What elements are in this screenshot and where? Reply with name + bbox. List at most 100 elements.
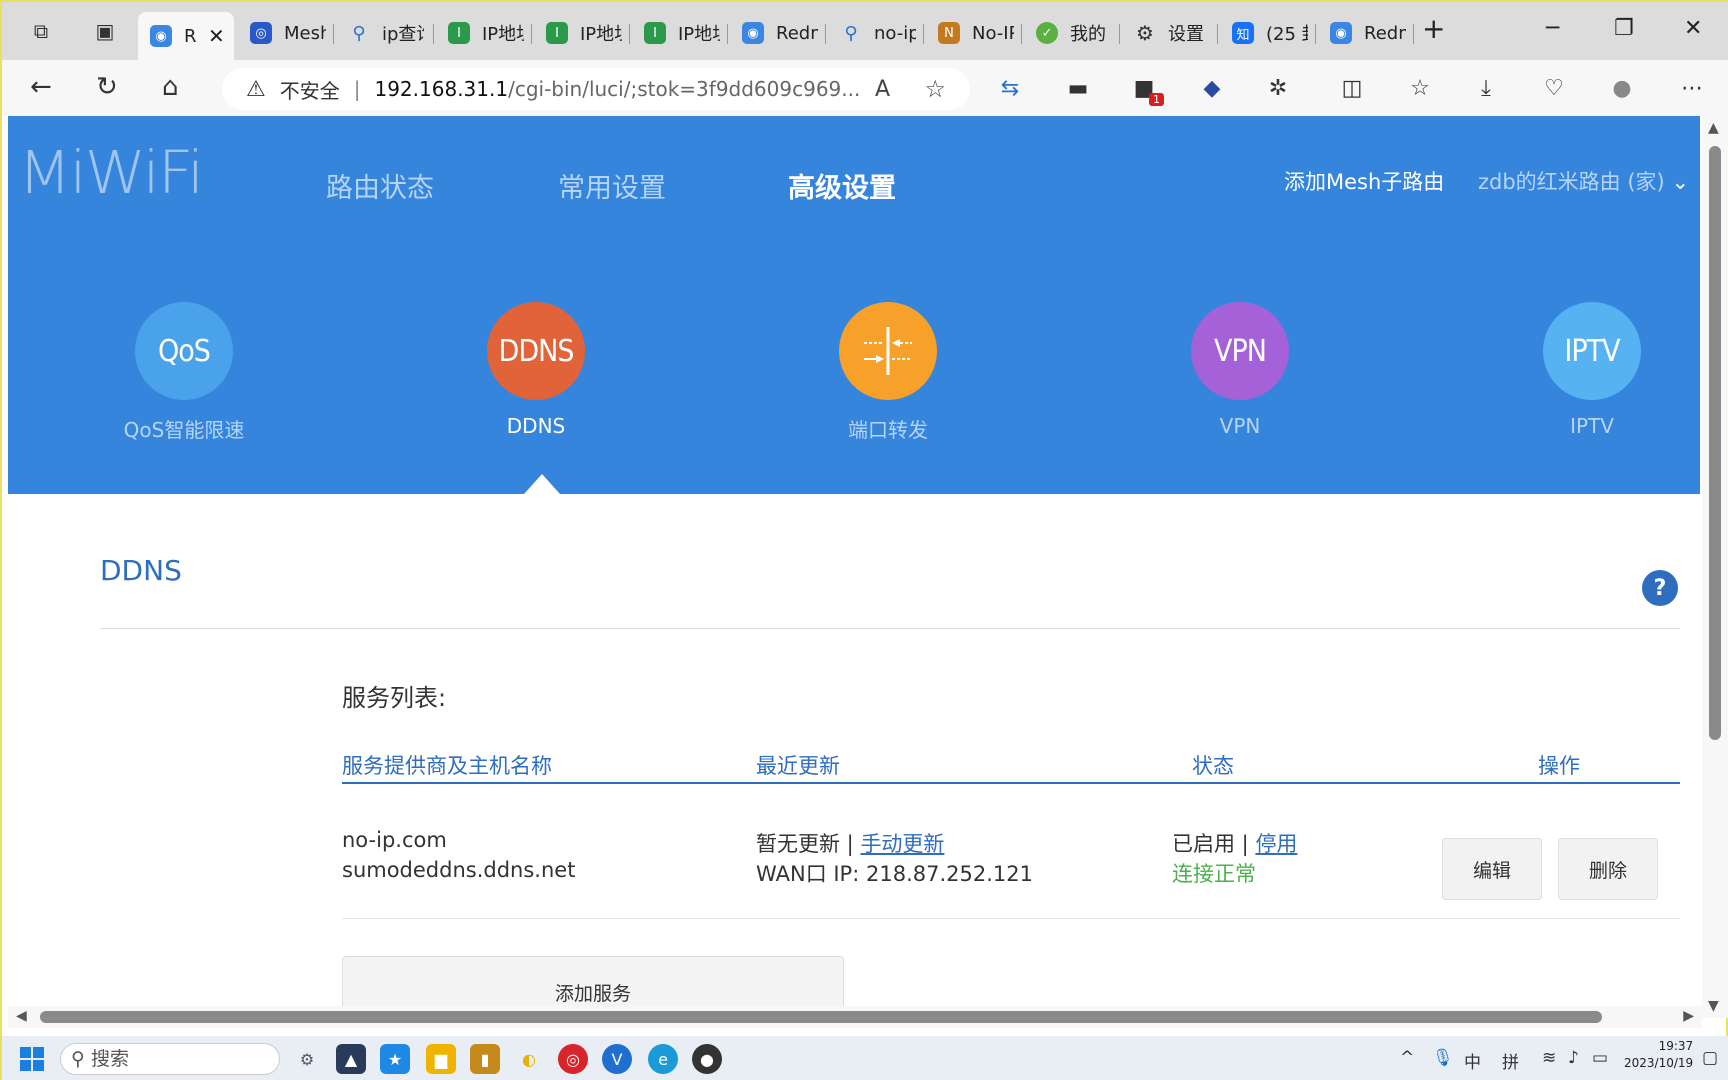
- feature-iptv[interactable]: IPTV IPTV: [1492, 302, 1692, 438]
- performance-icon[interactable]: ♡: [1540, 74, 1568, 102]
- tab-noip-search[interactable]: ⚲ no-ip: [828, 12, 924, 54]
- extension-badge-icon[interactable]: ■ 1: [1130, 74, 1164, 106]
- profile-icon[interactable]: ●: [1608, 74, 1636, 102]
- ime-mode[interactable]: 拼: [1502, 1048, 1519, 1073]
- tab-title: IP地址: [580, 24, 622, 45]
- wifi-icon: ◉: [1330, 22, 1352, 44]
- miwifi-logo: MiWiFi: [18, 137, 204, 208]
- audio-app-icon[interactable]: ◐: [514, 1044, 544, 1074]
- scroll-left-icon[interactable]: ◀: [16, 1008, 27, 1024]
- netease-music-icon[interactable]: ◎: [558, 1044, 588, 1074]
- nav-router-status[interactable]: 路由状态: [326, 166, 434, 205]
- tab-mesh[interactable]: ◎ Mesh: [238, 12, 334, 54]
- tab-redmi-1[interactable]: ◉ Redm: [730, 12, 826, 54]
- tab-ip-query[interactable]: ⚲ ip查询: [336, 12, 434, 54]
- restore-icon[interactable]: ❐: [1614, 16, 1634, 41]
- ddns-panel: DDNS ? 服务列表: 服务提供商及主机名称 最近更新 状态 操作 no-ip…: [8, 494, 1700, 1018]
- ip-tool-icon: I: [546, 22, 568, 44]
- tab-noip[interactable]: N No-IP: [926, 12, 1022, 54]
- battery-icon[interactable]: ▭: [1592, 1048, 1608, 1068]
- microphone-icon[interactable]: 🎙: [1432, 1048, 1454, 1068]
- url-host: 192.168.31.1: [374, 77, 509, 101]
- new-tab-icon[interactable]: +: [1422, 12, 1445, 45]
- obs-app-icon[interactable]: ●: [692, 1044, 722, 1074]
- file-explorer-icon[interactable]: ▆: [426, 1044, 456, 1074]
- windows-taskbar: ⚲ 搜索 ⚙ ▲ ★ ▆ ▮ ◐ ◎ V e ● ^ 🎙 中 拼 ≋ ♪ ▭ 1…: [2, 1036, 1728, 1080]
- feature-vpn[interactable]: VPN VPN: [1140, 302, 1340, 438]
- service-state: 已启用 | 停用: [1172, 832, 1298, 856]
- settings-app-icon[interactable]: ⚙: [292, 1044, 322, 1074]
- section-title: DDNS: [100, 554, 182, 587]
- col-status-header: 状态: [1192, 754, 1234, 778]
- manual-update-link[interactable]: 手动更新: [860, 832, 944, 856]
- scroll-right-icon[interactable]: ▶: [1683, 1008, 1694, 1024]
- more-menu-icon[interactable]: ⋯: [1678, 74, 1706, 102]
- add-mesh-link[interactable]: 添加Mesh子路由: [1284, 166, 1444, 196]
- wifi-status-icon[interactable]: ≋: [1542, 1048, 1556, 1068]
- tab-ip-address-1[interactable]: I IP地址: [436, 12, 532, 54]
- address-bar[interactable]: ⚠ 不安全 | 192.168.31.1/cgi-bin/luci/;stok=…: [222, 68, 970, 110]
- tab-mine[interactable]: ✓ 我的: [1024, 12, 1120, 54]
- vpn-icon: VPN: [1191, 302, 1289, 400]
- notifications-icon[interactable]: ▢: [1702, 1048, 1718, 1068]
- tab-title: 我的: [1070, 24, 1106, 45]
- tab-settings[interactable]: ⚙ 设置: [1122, 12, 1218, 54]
- split-screen-icon[interactable]: ◫: [1338, 74, 1366, 102]
- scroll-down-icon[interactable]: ▼: [1708, 998, 1719, 1014]
- card-extension-icon[interactable]: ▬: [1064, 74, 1092, 102]
- search-placeholder: 搜索: [90, 1048, 129, 1070]
- scroll-up-icon[interactable]: ▲: [1708, 120, 1719, 136]
- tab-zhihu[interactable]: 知 (25 封: [1220, 12, 1316, 54]
- extensions-icon[interactable]: ✲: [1264, 74, 1292, 102]
- refresh-icon[interactable]: ↻: [96, 72, 118, 102]
- horizontal-scroll-thumb[interactable]: [40, 1011, 1602, 1023]
- vertical-scroll-thumb[interactable]: [1709, 146, 1721, 740]
- star-app-icon[interactable]: ★: [380, 1044, 410, 1074]
- tab-ip-address-3[interactable]: I IP地址: [632, 12, 728, 54]
- help-icon[interactable]: ?: [1642, 570, 1678, 606]
- minimize-icon[interactable]: ─: [1546, 16, 1559, 41]
- ime-language[interactable]: 中: [1464, 1048, 1481, 1073]
- edit-button[interactable]: 编辑: [1442, 838, 1542, 900]
- back-icon[interactable]: ←: [30, 72, 52, 102]
- tab-router[interactable]: ◉ R ✕: [138, 12, 234, 60]
- close-window-icon[interactable]: ✕: [1684, 16, 1702, 41]
- home-icon[interactable]: ⌂: [162, 72, 179, 102]
- feature-port-forward[interactable]: 端口转发: [788, 302, 988, 443]
- tab-redmi-2[interactable]: ◉ Redm: [1318, 12, 1414, 54]
- horizontal-scrollbar[interactable]: ◀ ▶: [8, 1006, 1702, 1028]
- downloads-icon[interactable]: ⤓: [1472, 74, 1500, 102]
- read-aloud-icon[interactable]: A: [875, 77, 890, 102]
- router-admin-page: MiWiFi 路由状态 常用设置 高级设置 添加Mesh子路由 zdb的红米路由…: [8, 116, 1700, 1018]
- clock-time: 19:37: [1658, 1039, 1694, 1053]
- tab-ip-address-2[interactable]: I IP地址: [534, 12, 630, 54]
- volume-icon[interactable]: ♪: [1568, 1048, 1579, 1068]
- cat-app-icon[interactable]: ▲: [336, 1044, 366, 1074]
- tab-actions-icon[interactable]: ▣: [90, 16, 120, 46]
- vertical-scrollbar[interactable]: ▲ ▼: [1702, 116, 1728, 1018]
- books-app-icon[interactable]: ▮: [470, 1044, 500, 1074]
- feature-ddns[interactable]: DDNS DDNS: [436, 302, 636, 438]
- service-list-label: 服务列表:: [342, 684, 447, 712]
- edge-browser-icon[interactable]: e: [648, 1044, 678, 1074]
- tab-title: IP地址: [678, 24, 720, 45]
- router-selector[interactable]: zdb的红米路由 (家) ⌄: [1478, 166, 1689, 196]
- disable-link[interactable]: 停用: [1255, 832, 1297, 856]
- diamond-extension-icon[interactable]: ◆: [1198, 74, 1226, 102]
- taskbar-search[interactable]: ⚲ 搜索: [60, 1043, 280, 1075]
- vivaldi-app-icon[interactable]: V: [602, 1044, 632, 1074]
- feature-qos[interactable]: QoS QoS智能限速: [84, 302, 284, 443]
- close-tab-icon[interactable]: ✕: [208, 24, 225, 48]
- table-header-divider: [342, 782, 1680, 784]
- system-clock[interactable]: 19:37 2023/10/19: [1624, 1038, 1693, 1072]
- delete-button[interactable]: 删除: [1558, 838, 1658, 900]
- workspaces-icon[interactable]: ⧉: [26, 16, 56, 46]
- nav-common-settings[interactable]: 常用设置: [558, 166, 666, 205]
- tray-expand-icon[interactable]: ^: [1400, 1048, 1414, 1068]
- nav-advanced-settings[interactable]: 高级设置: [788, 166, 896, 205]
- favorite-star-icon[interactable]: ☆: [924, 75, 946, 103]
- windows-start-icon[interactable]: [20, 1047, 44, 1071]
- tab-title: (25 封: [1266, 24, 1308, 45]
- favorites-icon[interactable]: ☆: [1406, 74, 1434, 102]
- sync-extension-icon[interactable]: ⇆: [996, 74, 1024, 102]
